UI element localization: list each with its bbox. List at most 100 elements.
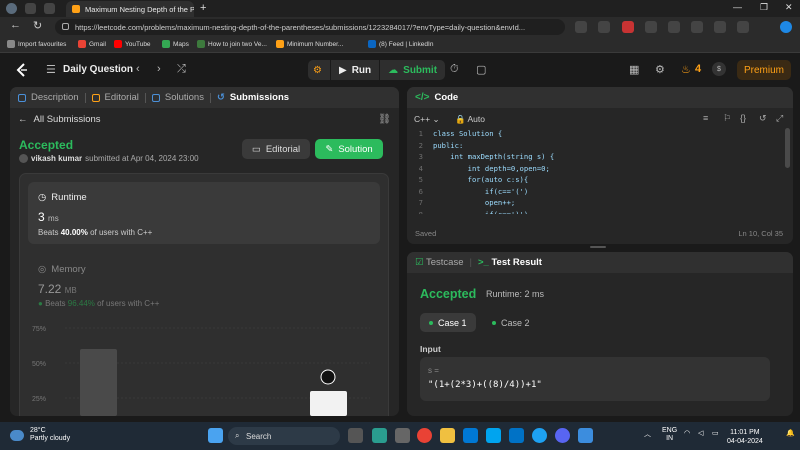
username[interactable]: vikash kumar	[31, 154, 82, 163]
code-line[interactable]: 1 class Solution {	[407, 128, 793, 140]
extensions-icon[interactable]	[645, 21, 657, 33]
code-line[interactable]: 2 public:	[407, 140, 793, 152]
tray-overflow-icon[interactable]: ︿	[644, 429, 651, 439]
clock[interactable]: 11:01 PM 04-04-2024	[727, 428, 763, 446]
code-line[interactable]: 5 for(auto c:s){	[407, 174, 793, 186]
avatar[interactable]	[19, 154, 28, 163]
weather-widget[interactable]: 28°C Partly cloudy	[10, 427, 70, 443]
tab-editorial[interactable]: Editorial	[91, 92, 139, 103]
app-icon[interactable]	[395, 428, 410, 443]
layout-icon[interactable]: ▦	[629, 63, 639, 76]
bar-highlighted[interactable]	[310, 391, 347, 416]
solution-button[interactable]: ✎ Solution	[315, 139, 383, 159]
all-submissions-link[interactable]: ← All Submissions	[18, 114, 101, 125]
code-editor[interactable]: 1 class Solution {2 public: 3 int maxDepth(…	[407, 128, 793, 214]
favorite-star-icon[interactable]	[598, 21, 610, 33]
extension-icon[interactable]	[622, 21, 634, 33]
file-explorer-icon[interactable]	[440, 428, 455, 443]
tab-description[interactable]: Description	[18, 92, 79, 103]
vscode-icon[interactable]	[463, 428, 478, 443]
premium-button[interactable]: Premium	[737, 60, 791, 80]
run-button[interactable]: ▶ Run	[331, 60, 380, 80]
teams-icon[interactable]	[372, 428, 387, 443]
expand-icon[interactable]: ⤢	[776, 113, 783, 124]
coin-icon[interactable]: $	[712, 62, 726, 76]
timer-icon[interactable]: ⏱	[450, 63, 459, 76]
auto-mode-toggle[interactable]: 🔒 Auto	[455, 114, 485, 125]
runtime-card[interactable]: ◷ Runtime 3 ms Beats 40.00% of users with…	[28, 182, 380, 244]
maximize-icon[interactable]: ❐	[760, 2, 768, 13]
bookmark-youtube[interactable]: YouTube	[114, 40, 151, 48]
tab-submissions[interactable]: ↺ Submissions	[217, 92, 289, 103]
code-line[interactable]: 8 if(c==')')	[407, 209, 793, 215]
close-window-icon[interactable]: ✕	[785, 2, 793, 13]
language-select[interactable]: C++ ⌄	[414, 114, 440, 125]
bookmark-gmail[interactable]: Gmail	[78, 40, 106, 48]
resize-handle[interactable]	[590, 246, 606, 248]
share-link-icon[interactable]: ⛓	[378, 114, 391, 125]
editorial-button[interactable]: ▭ Editorial	[242, 139, 310, 159]
format-icon[interactable]: ≡	[703, 113, 708, 123]
shuffle-icon[interactable]: ⤮	[177, 63, 186, 76]
next-problem-icon[interactable]: ›	[157, 63, 161, 75]
task-view-icon[interactable]	[348, 428, 363, 443]
tab-test-result[interactable]: >_ Test Result	[478, 257, 542, 268]
bookmark-how-to-join[interactable]: How to join two Ve...	[197, 40, 267, 48]
split-screen-icon[interactable]	[668, 21, 680, 33]
copilot-icon[interactable]	[780, 21, 792, 33]
collections-icon[interactable]	[714, 21, 726, 33]
code-line[interactable]: 7 open++;	[407, 197, 793, 209]
reset-icon[interactable]: ↺	[759, 113, 767, 124]
new-tab-icon[interactable]: +	[200, 2, 206, 14]
edge-icon[interactable]	[532, 428, 547, 443]
back-icon[interactable]: ←	[10, 19, 21, 31]
tab-testcase[interactable]: ☑ Testcase	[415, 257, 464, 268]
user-avatar-marker[interactable]	[320, 369, 336, 385]
discord-icon[interactable]	[555, 428, 570, 443]
start-windows-icon[interactable]	[208, 428, 223, 443]
bookmark-icon[interactable]: ⚐	[723, 113, 731, 124]
favorites-icon[interactable]	[691, 21, 703, 33]
taskbar-search[interactable]: ⌕ Search	[228, 427, 340, 445]
battery-icon[interactable]: ▭	[712, 429, 719, 437]
code-line[interactable]: 6 if(c=='(')	[407, 186, 793, 198]
streak-fire-icon[interactable]: ♨	[681, 63, 691, 76]
url-field[interactable]: https://leetcode.com/problems/maximum-ne…	[55, 19, 565, 35]
mail-icon[interactable]	[509, 428, 524, 443]
bookmark-import-favourites[interactable]: Import favourites	[7, 40, 66, 48]
prev-problem-icon[interactable]: ‹	[136, 63, 140, 75]
code-line[interactable]: 4 int depth=0,open=0;	[407, 163, 793, 175]
chrome-icon[interactable]	[417, 428, 432, 443]
case-1-tab[interactable]: Case 1	[420, 313, 476, 332]
memory-title[interactable]: ◎ Memory	[38, 264, 86, 275]
tab-solutions[interactable]: Solutions	[151, 92, 204, 103]
wifi-icon[interactable]: ◠	[684, 429, 690, 437]
browser-tab-active[interactable]: Maximum Nesting Depth of the P ✕	[66, 1, 194, 17]
bookmark-maps[interactable]: Maps	[162, 40, 189, 48]
workspaces-icon[interactable]	[25, 3, 36, 14]
case-2-tab[interactable]: Case 2	[483, 313, 539, 332]
notes-icon[interactable]: ▢	[476, 63, 486, 76]
volume-icon[interactable]: ◁	[698, 429, 703, 437]
settings-gear-icon[interactable]: ⚙	[655, 63, 665, 76]
bar[interactable]	[80, 349, 117, 416]
bookmark-minimum-number[interactable]: Minimum Number...	[276, 40, 343, 48]
leetcode-logo-icon[interactable]	[15, 62, 29, 78]
debug-icon[interactable]: ⚙	[308, 60, 330, 80]
photos-icon[interactable]	[578, 428, 593, 443]
language-indicator[interactable]: ENG IN	[662, 427, 677, 443]
code-line[interactable]: 3 int maxDepth(string s) {	[407, 151, 793, 163]
page-title[interactable]: Daily Question	[63, 64, 133, 75]
profile-icon[interactable]	[6, 3, 17, 14]
tab-actions-icon[interactable]	[44, 3, 55, 14]
submit-button[interactable]: ☁ Submit	[380, 60, 446, 80]
editor-scrollbar[interactable]	[785, 128, 790, 168]
store-icon[interactable]	[486, 428, 501, 443]
more-menu-icon[interactable]	[737, 21, 749, 33]
notifications-icon[interactable]: 🔔	[786, 429, 795, 437]
problem-list-icon[interactable]: ☰	[46, 63, 56, 76]
minimize-icon[interactable]: —	[733, 2, 742, 12]
refresh-icon[interactable]: ↻	[33, 19, 42, 32]
braces-icon[interactable]: {}	[740, 113, 746, 123]
bookmark-linkedin[interactable]: (8) Feed | LinkedIn	[368, 40, 433, 48]
